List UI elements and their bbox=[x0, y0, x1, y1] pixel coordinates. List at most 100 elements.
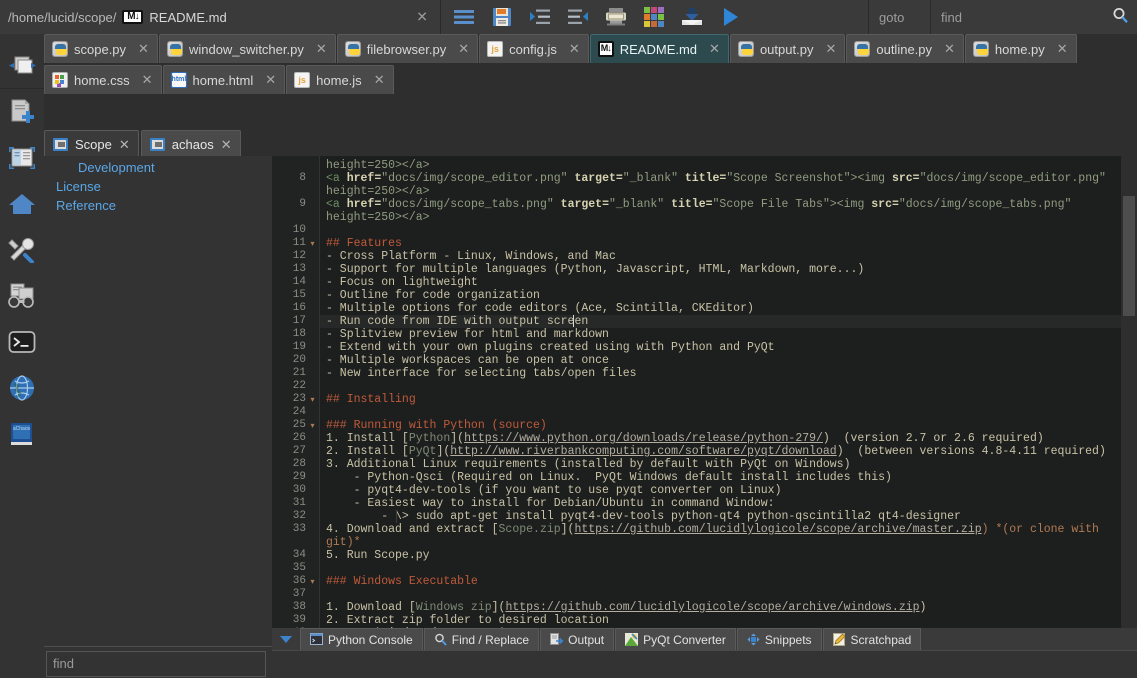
code-line[interactable]: 3. Additional Linux requirements (instal… bbox=[320, 458, 851, 471]
close-tab-button[interactable]: ✕ bbox=[825, 41, 836, 57]
code-line[interactable]: - Python-Qsci (Required on Linux. PyQt W… bbox=[320, 471, 892, 484]
close-tab-button[interactable]: ✕ bbox=[1057, 41, 1068, 57]
code-line[interactable]: 2. Extract zip folder to desired locatio… bbox=[320, 614, 609, 627]
close-file-button[interactable]: ✕ bbox=[416, 9, 428, 26]
file-tab-home-js[interactable]: js home.js ✕ bbox=[286, 65, 394, 94]
code-line[interactable]: height=250></a> bbox=[320, 211, 430, 224]
code-line[interactable]: ### Windows Executable bbox=[320, 575, 478, 588]
code-line[interactable]: height=250></a> bbox=[320, 185, 430, 198]
panel-tab-output[interactable]: Output bbox=[540, 628, 615, 650]
code-line[interactable]: - Support for multiple languages (Python… bbox=[320, 263, 864, 276]
close-tab-button[interactable]: ✕ bbox=[316, 41, 327, 57]
fold-toggle-icon[interactable]: ▾ bbox=[308, 575, 317, 588]
outline-item-license[interactable]: License bbox=[44, 177, 272, 196]
sidebar-find-input[interactable]: find bbox=[46, 650, 266, 677]
close-tab-button[interactable]: ✕ bbox=[374, 72, 385, 88]
home-icon[interactable] bbox=[0, 181, 44, 227]
code-line[interactable] bbox=[320, 562, 326, 575]
file-tab-output-py[interactable]: output.py ✕ bbox=[729, 34, 846, 63]
code-line[interactable]: - Run code from IDE with output screen bbox=[320, 315, 1137, 328]
code-line[interactable]: 2. Install [PyQt](http://www.riverbankco… bbox=[320, 445, 1106, 458]
fold-toggle-icon[interactable]: ▾ bbox=[308, 419, 317, 432]
close-tab-button[interactable]: ✕ bbox=[142, 72, 153, 88]
collapse-panel-button[interactable] bbox=[272, 628, 300, 650]
workspace-tab-achaos[interactable]: achaos ✕ bbox=[140, 130, 241, 158]
file-search-icon[interactable] bbox=[0, 273, 44, 319]
editor-vertical-scrollbar[interactable] bbox=[1121, 156, 1137, 636]
panel-tab-scratchpad[interactable]: Scratchpad bbox=[822, 628, 922, 650]
code-line[interactable] bbox=[320, 380, 326, 393]
file-tab-filebrowser-py[interactable]: filebrowser.py ✕ bbox=[336, 34, 479, 63]
panel-tab-snippets[interactable]: Snippets bbox=[736, 628, 822, 650]
indent-icon[interactable] bbox=[521, 0, 559, 34]
workspace-tab-scope[interactable]: Scope ✕ bbox=[44, 130, 139, 158]
code-line[interactable]: 1. Download [Windows zip](https://github… bbox=[320, 601, 926, 614]
scrollbar-thumb[interactable] bbox=[1123, 196, 1135, 316]
code-line[interactable] bbox=[320, 588, 326, 601]
find-input[interactable]: find bbox=[930, 0, 1137, 34]
file-tab-readme-md[interactable]: M↓ README.md ✕ bbox=[589, 34, 729, 63]
file-tab-scope-py[interactable]: scope.py ✕ bbox=[44, 34, 158, 63]
code-line[interactable]: ### Running with Python (source) bbox=[320, 419, 547, 432]
new-file-icon[interactable] bbox=[0, 89, 44, 135]
panel-tab-python-console[interactable]: Python Console bbox=[300, 628, 423, 650]
code-line[interactable]: - \> sudo apt-get install pyqt4-dev-tool… bbox=[320, 510, 961, 523]
file-path-field[interactable]: /home/lucid/scope/ M↓ README.md ✕ bbox=[0, 0, 441, 34]
run-icon[interactable] bbox=[711, 0, 749, 34]
code-content[interactable]: height=250></a> <a href="docs/img/scope_e… bbox=[320, 156, 1137, 636]
file-tab-home-py[interactable]: home.py ✕ bbox=[964, 34, 1077, 63]
code-link[interactable]: http://www.riverbankcomputing.com/softwa… bbox=[450, 445, 836, 458]
file-tab-home-css[interactable]: home.css ✕ bbox=[44, 65, 162, 94]
code-editor[interactable]: 8 9 10 11 ▾ 12 13 14 15 16 17 18 19 20 21 22 23 ▾ 24 25 ▾ 26 2… bbox=[272, 156, 1137, 636]
close-tab-button[interactable]: ✕ bbox=[709, 41, 720, 57]
code-link[interactable]: https://www.python.org/downloads/release… bbox=[464, 432, 823, 445]
achaos-book-icon[interactable]: aChaos bbox=[0, 411, 44, 457]
outline-item-development[interactable]: Development bbox=[44, 158, 272, 177]
code-line[interactable]: - Splitview preview for html and markdow… bbox=[320, 328, 609, 341]
import-icon[interactable] bbox=[673, 0, 711, 34]
panel-tab-find-replace[interactable]: Find / Replace bbox=[423, 628, 540, 650]
file-tab-config-js[interactable]: js config.js ✕ bbox=[479, 34, 589, 63]
code-line[interactable]: 4. Download and extract [Scope.zip](http… bbox=[320, 523, 1099, 536]
color-palette-icon[interactable] bbox=[635, 0, 673, 34]
code-line[interactable]: - New interface for selecting tabs/open … bbox=[320, 367, 637, 380]
close-tab-button[interactable]: ✕ bbox=[944, 41, 955, 57]
code-line[interactable]: - Multiple workspaces can be open at onc… bbox=[320, 354, 609, 367]
code-line[interactable]: <a href="docs/img/scope_tabs.png" target… bbox=[320, 198, 1071, 211]
file-browser-icon[interactable] bbox=[0, 135, 44, 181]
panel-tab-pyqt-converter[interactable]: PyQt Converter bbox=[615, 628, 736, 650]
close-workspace-button[interactable]: ✕ bbox=[119, 137, 130, 153]
fold-toggle-icon[interactable]: ▾ bbox=[308, 393, 317, 406]
window-switcher-icon[interactable] bbox=[0, 42, 44, 88]
code-line[interactable] bbox=[320, 224, 326, 237]
code-line[interactable]: - Cross Platform - Linux, Windows, and M… bbox=[320, 250, 616, 263]
code-line[interactable]: height=250></a> bbox=[320, 159, 430, 172]
code-line[interactable]: ## Features bbox=[320, 237, 402, 250]
code-line[interactable]: 1. Install [Python](https://www.python.o… bbox=[320, 432, 1044, 445]
code-line[interactable]: <a href="docs/img/scope_editor.png" targ… bbox=[320, 172, 1106, 185]
close-tab-button[interactable]: ✕ bbox=[458, 41, 469, 57]
close-tab-button[interactable]: ✕ bbox=[138, 41, 149, 57]
code-line[interactable]: ## Installing bbox=[320, 393, 416, 406]
search-icon[interactable] bbox=[1112, 7, 1129, 27]
code-line[interactable]: git)* bbox=[320, 536, 361, 549]
file-tab-outline-py[interactable]: outline.py ✕ bbox=[846, 34, 964, 63]
terminal-icon[interactable] bbox=[0, 319, 44, 365]
menu-icon[interactable] bbox=[445, 0, 483, 34]
save-icon[interactable] bbox=[483, 0, 521, 34]
code-line[interactable]: - Focus on lightweight bbox=[320, 276, 478, 289]
code-line[interactable]: - Easiest way to install for Debian/Ubun… bbox=[320, 497, 775, 510]
file-tab-home-html[interactable]: html home.html ✕ bbox=[162, 65, 286, 94]
close-tab-button[interactable]: ✕ bbox=[265, 72, 276, 88]
code-line[interactable]: - Outline for code organization bbox=[320, 289, 540, 302]
goto-input[interactable]: goto bbox=[868, 0, 930, 34]
web-browser-icon[interactable] bbox=[0, 365, 44, 411]
outline-item-reference[interactable]: Reference bbox=[44, 196, 272, 215]
code-line[interactable]: 5. Run Scope.py bbox=[320, 549, 430, 562]
unindent-icon[interactable] bbox=[559, 0, 597, 34]
code-line[interactable]: - Extend with your own plugins created u… bbox=[320, 341, 775, 354]
code-link[interactable]: https://github.com/lucidlylogicole/scope… bbox=[574, 523, 981, 536]
print-icon[interactable] bbox=[597, 0, 635, 34]
file-tab-window-switcher-py[interactable]: window_switcher.py ✕ bbox=[158, 34, 336, 63]
code-line[interactable]: - Multiple options for code editors (Ace… bbox=[320, 302, 754, 315]
